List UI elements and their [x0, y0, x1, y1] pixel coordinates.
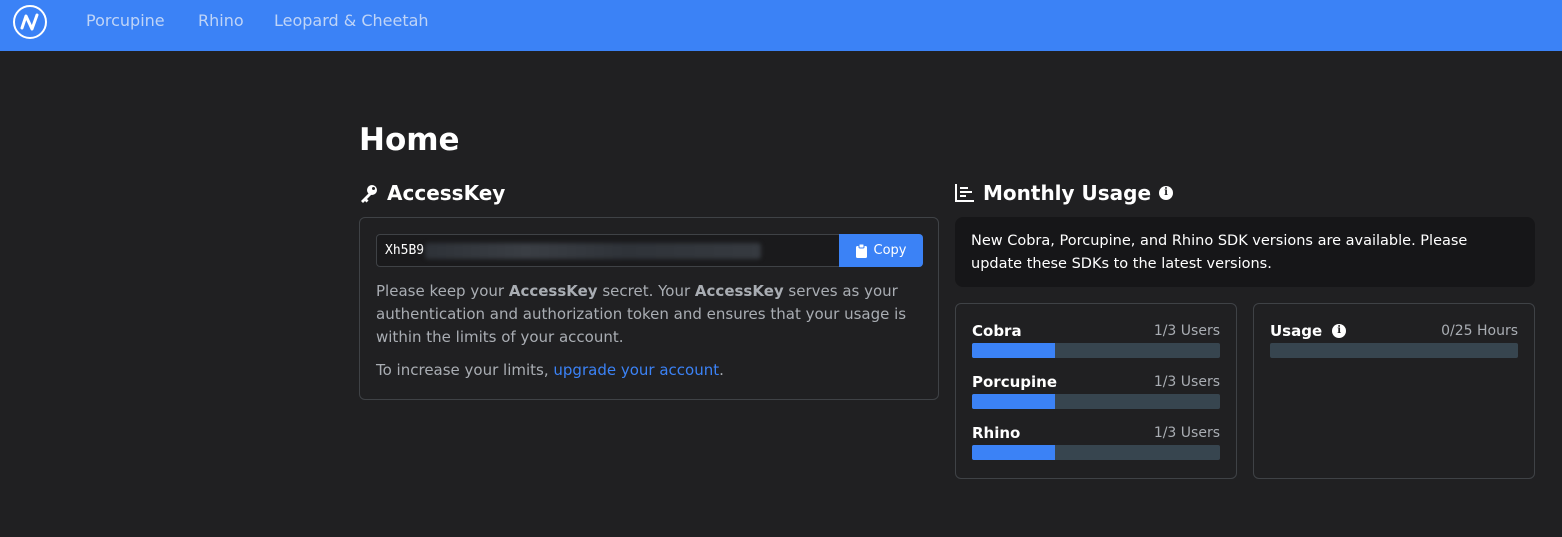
- sdk-update-notice: New Cobra, Porcupine, and Rhino SDK vers…: [955, 217, 1535, 287]
- info-icon[interactable]: i: [1159, 186, 1174, 200]
- progress-bar-cobra: [972, 343, 1220, 358]
- usage-count: 0/25 Hours: [1441, 323, 1518, 339]
- accesskey-description: Please keep your AccessKey secret. Your …: [376, 282, 907, 346]
- product-name-cobra: Cobra: [972, 322, 1022, 340]
- logo-icon[interactable]: [13, 5, 47, 39]
- products-usage-card: Cobra 1/3 Users Porcupine 1/3 Users Rhin…: [955, 303, 1237, 479]
- progress-bar-porcupine: [972, 394, 1220, 409]
- usage-label: Usage i: [1270, 322, 1347, 340]
- monthly-usage-heading: Monthly Usage i: [955, 181, 1174, 205]
- top-navbar: Porcupine Rhino Leopard & Cheetah: [0, 0, 1562, 51]
- accesskey-card: Xh5B9 Copy Please keep your AccessKey se…: [359, 217, 939, 400]
- nav-link-porcupine[interactable]: Porcupine: [86, 11, 165, 30]
- nav-link-rhino[interactable]: Rhino: [198, 11, 244, 30]
- product-name-porcupine: Porcupine: [972, 373, 1057, 391]
- accesskey-value[interactable]: Xh5B9: [385, 243, 424, 258]
- copy-button[interactable]: Copy: [839, 234, 923, 267]
- page-title: Home: [359, 122, 460, 158]
- monthly-usage-title: Monthly Usage: [983, 181, 1152, 205]
- limits-text: To increase your limits, upgrade your ac…: [376, 361, 724, 379]
- key-icon: [359, 183, 379, 203]
- copy-label: Copy: [873, 243, 907, 258]
- product-count-porcupine: 1/3 Users: [1153, 374, 1220, 390]
- nav-link-leopard-cheetah[interactable]: Leopard & Cheetah: [274, 11, 429, 30]
- product-count-rhino: 1/3 Users: [1153, 425, 1220, 441]
- progress-bar-rhino: [972, 445, 1220, 460]
- accesskey-field[interactable]: Xh5B9 Copy: [376, 234, 923, 267]
- progress-bar-usage: [1270, 343, 1518, 358]
- accesskey-title: AccessKey: [387, 181, 506, 205]
- hours-usage-card: Usage i 0/25 Hours: [1253, 303, 1535, 479]
- accesskey-redacted: [425, 243, 761, 259]
- upgrade-account-link[interactable]: upgrade your account: [553, 361, 719, 379]
- chart-icon: [955, 184, 975, 202]
- accesskey-heading: AccessKey: [359, 181, 505, 205]
- product-count-cobra: 1/3 Users: [1153, 323, 1220, 339]
- clipboard-icon: [855, 243, 867, 258]
- product-name-rhino: Rhino: [972, 424, 1021, 442]
- usage-info-icon[interactable]: i: [1332, 324, 1347, 338]
